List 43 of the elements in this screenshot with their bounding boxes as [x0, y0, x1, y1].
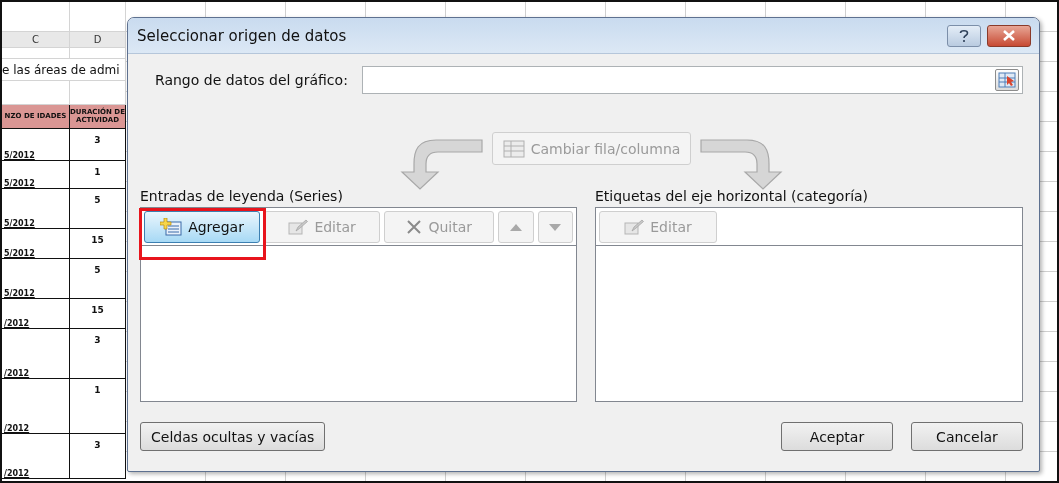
hidden-cells-button[interactable]: Celdas ocultas y vacías [140, 422, 326, 451]
add-table-icon [160, 218, 183, 236]
ok-button[interactable]: Aceptar [781, 422, 893, 451]
series-label: Entradas de leyenda (Series) [140, 188, 344, 204]
cancel-button[interactable]: Cancelar [911, 422, 1023, 451]
edit-icon [288, 219, 309, 235]
up-triangle-icon [510, 223, 522, 231]
x-icon [406, 219, 423, 235]
duration-cell: 3 [70, 129, 126, 161]
close-icon [1002, 30, 1016, 41]
column-header[interactable]: C [2, 32, 70, 48]
table-swap-icon [502, 139, 525, 158]
duration-cell: 15 [70, 299, 126, 329]
duration-cell: 5 [70, 259, 126, 299]
edit-icon [624, 219, 645, 235]
question-mark-icon [959, 28, 969, 43]
close-button[interactable] [987, 24, 1031, 47]
date-cell: 5/2012 [2, 161, 70, 189]
down-triangle-icon [549, 223, 562, 231]
add-button[interactable]: Agregar [144, 211, 261, 243]
collapse-dialog-button[interactable] [995, 69, 1019, 91]
date-cell: 5/2012 [2, 259, 70, 299]
date-cell: /2012 [2, 434, 70, 479]
window-title: Seleccionar origen de datos [137, 26, 348, 45]
duration-cell: 1 [70, 379, 126, 434]
date-cell: /2012 [2, 379, 70, 434]
duration-cell: 5 [70, 189, 126, 229]
date-cell: /2012 [2, 329, 70, 379]
duration-cell: 15 [70, 229, 126, 259]
range-label: Rango de datos del gráfico: [155, 72, 348, 88]
help-button[interactable] [947, 24, 981, 47]
duration-cell: 3 [70, 329, 126, 379]
date-cell: 5/2012 [2, 229, 70, 259]
duration-cell: 3 [70, 434, 126, 479]
categories-label: Etiquetas del eje horizontal (categoría) [595, 188, 870, 204]
table-cell: e las áreas de admi [2, 59, 126, 81]
range-field[interactable] [361, 66, 1023, 94]
date-cell: /2012 [2, 299, 70, 329]
column-header[interactable]: D [70, 32, 126, 48]
date-cell: 5/2012 [2, 129, 70, 161]
duration-cell: 1 [70, 161, 126, 189]
range-select-icon [998, 72, 1016, 88]
date-cell: 5/2012 [2, 189, 70, 229]
